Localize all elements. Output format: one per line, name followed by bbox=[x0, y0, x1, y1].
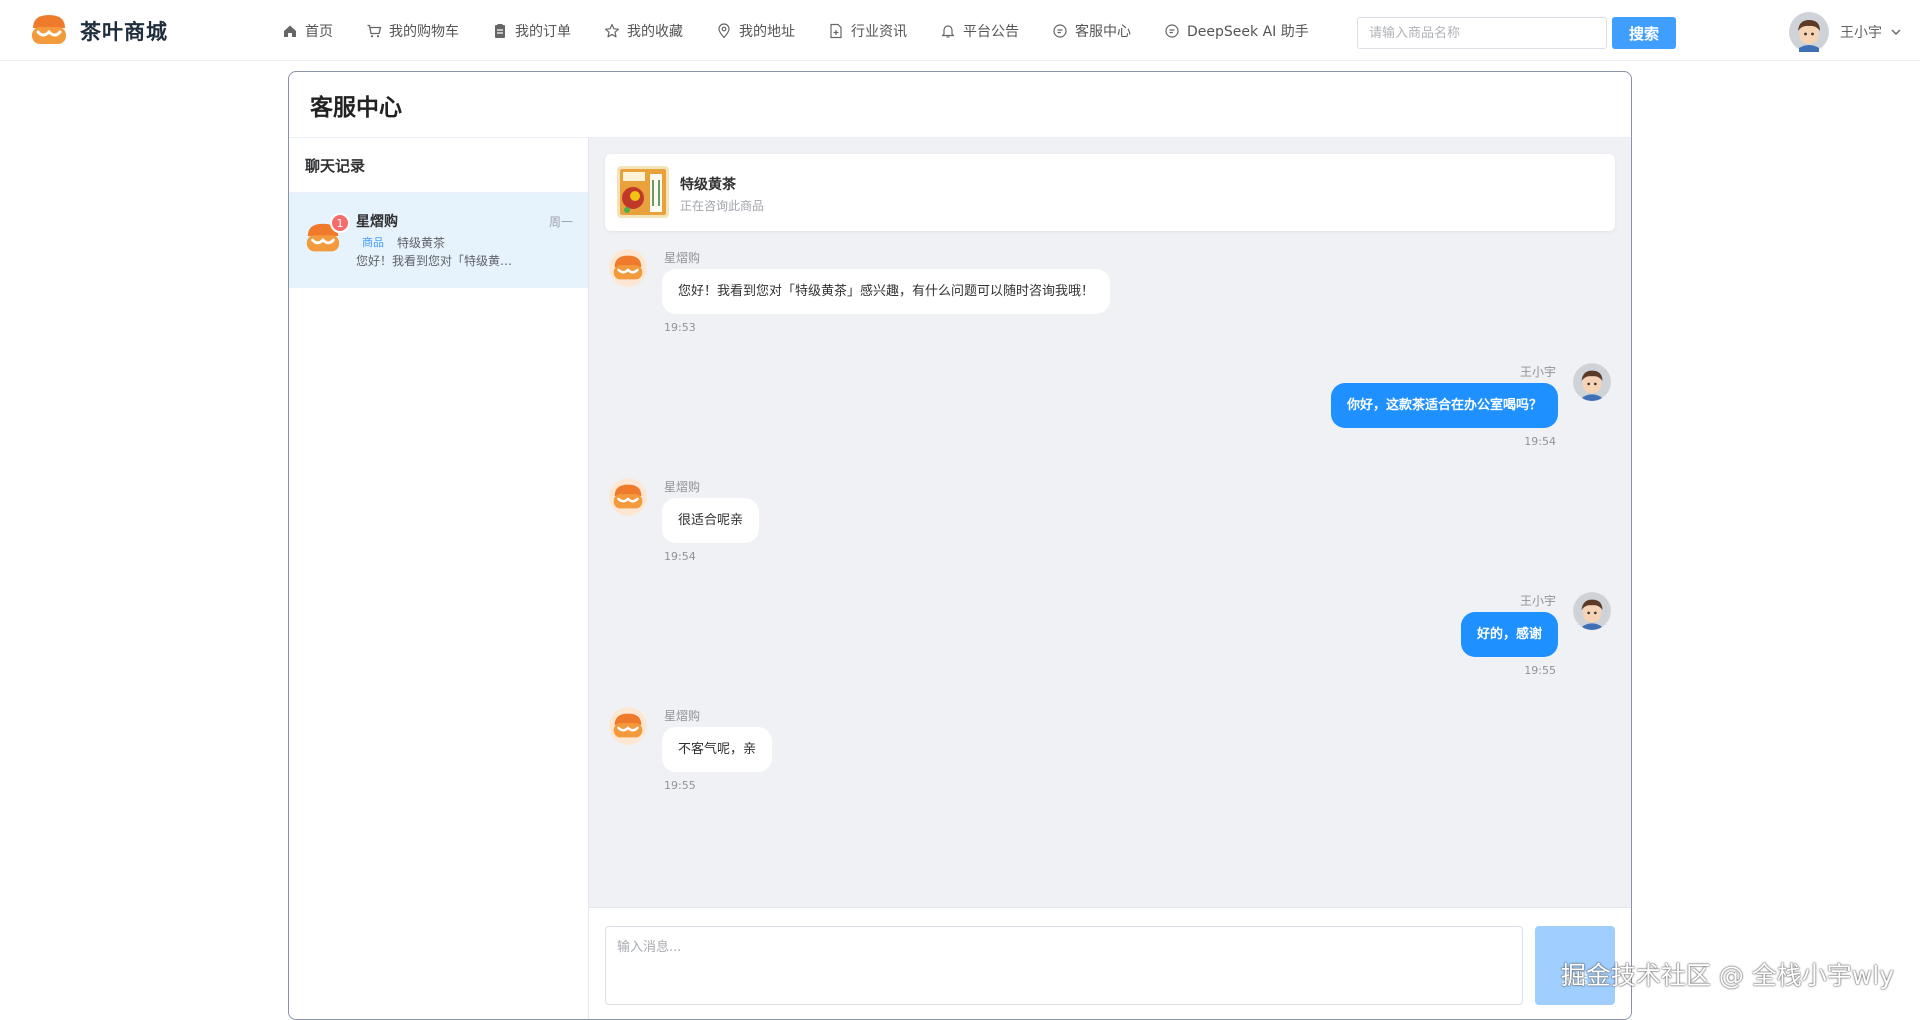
conversation-list-title: 聊天记录 bbox=[289, 138, 588, 193]
user-menu[interactable]: 王小宇 bbox=[1789, 12, 1902, 52]
nav-address[interactable]: 我的地址 bbox=[716, 21, 795, 41]
message-sender: 星熠购 bbox=[664, 480, 701, 494]
chat-message: 王小宇 你好，这款茶适合在办公室喝吗？ 19:54 bbox=[589, 363, 1631, 458]
shop-avatar bbox=[609, 249, 647, 287]
conversation-time: 周一 bbox=[548, 215, 573, 229]
chat-icon bbox=[1053, 23, 1067, 38]
top-navbar: 茶叶商城 首页 我的购物车 我的订单 我的收藏 我的地址 行业资讯 平台公告 客… bbox=[0, 0, 1920, 61]
nav-cart[interactable]: 我的购物车 bbox=[366, 21, 459, 41]
shop-avatar bbox=[609, 707, 647, 745]
message-sender: 王小宇 bbox=[1519, 365, 1556, 379]
nav-customer-service[interactable]: 客服中心 bbox=[1052, 21, 1131, 41]
chat-layout: 聊天记录 1 星熠购 周一 商品 特级黄茶 您好！我看到您对「特级黄… 特级黄茶… bbox=[289, 138, 1631, 1019]
conversation-name: 星熠购 bbox=[356, 214, 398, 230]
shop-avatar bbox=[609, 478, 647, 516]
message-time: 19:54 bbox=[664, 550, 696, 563]
cart-icon bbox=[367, 24, 382, 37]
message-bubble: 很适合呢亲 bbox=[662, 498, 760, 543]
brand-logo[interactable]: 茶叶商城 bbox=[29, 12, 168, 50]
message-time: 19:54 bbox=[1524, 435, 1556, 448]
avatar bbox=[1573, 363, 1611, 401]
conversation-item[interactable]: 1 星熠购 周一 商品 特级黄茶 您好！我看到您对「特级黄… bbox=[289, 193, 588, 288]
chat-message: 星熠购 您好！我看到您对「特级黄茶」感兴趣，有什么问题可以随时咨询我哦！ 19:… bbox=[589, 249, 1631, 344]
nav-ai-assistant[interactable]: DeepSeek AI 助手 bbox=[1164, 21, 1309, 41]
nav-label: 我的收藏 bbox=[627, 23, 683, 40]
main-nav: 首页 我的购物车 我的订单 我的收藏 我的地址 行业资讯 平台公告 客服中心 D… bbox=[282, 0, 1342, 61]
nav-home[interactable]: 首页 bbox=[282, 21, 333, 41]
customer-service-panel: 客服中心 聊天记录 1 星熠购 周一 商品 特级黄茶 您好！我看到您对「特级黄… bbox=[288, 71, 1632, 1020]
nav-news[interactable]: 行业资讯 bbox=[828, 21, 907, 41]
chat-icon bbox=[1165, 23, 1179, 38]
product-tag: 商品 bbox=[356, 233, 390, 251]
nav-label: 首页 bbox=[305, 23, 333, 40]
nav-announcements[interactable]: 平台公告 bbox=[940, 21, 1019, 41]
chat-message: 星熠购 不客气呢，亲 19:55 bbox=[589, 707, 1631, 802]
nav-label: 平台公告 bbox=[963, 23, 1019, 40]
nav-label: 我的订单 bbox=[515, 23, 571, 40]
message-bubble: 你好，这款茶适合在办公室喝吗？ bbox=[1330, 383, 1558, 428]
chevron-down-icon bbox=[1891, 29, 1901, 35]
nav-label: DeepSeek AI 助手 bbox=[1187, 23, 1309, 40]
search-button[interactable]: 搜索 bbox=[1612, 17, 1676, 49]
nav-label: 我的地址 bbox=[739, 23, 795, 40]
chat-message: 星熠购 很适合呢亲 19:54 bbox=[589, 478, 1631, 573]
product-status: 正在咨询此商品 bbox=[680, 199, 765, 213]
page-title: 客服中心 bbox=[289, 72, 1631, 138]
conversation-product: 特级黄茶 bbox=[397, 236, 446, 250]
unread-badge: 1 bbox=[330, 213, 350, 233]
conversation-list: 聊天记录 1 星熠购 周一 商品 特级黄茶 您好！我看到您对「特级黄… bbox=[289, 138, 589, 1019]
conversation-preview: 您好！我看到您对「特级黄… bbox=[356, 254, 513, 268]
product-thumbnail bbox=[617, 166, 669, 218]
brand-name: 茶叶商城 bbox=[80, 20, 168, 44]
message-time: 19:55 bbox=[664, 779, 696, 792]
user-name: 王小宇 bbox=[1840, 25, 1882, 41]
nav-label: 行业资讯 bbox=[851, 23, 907, 40]
avatar bbox=[1573, 592, 1611, 630]
avatar bbox=[1789, 12, 1829, 52]
logo-icon bbox=[32, 15, 66, 44]
nav-label: 客服中心 bbox=[1075, 23, 1131, 40]
order-icon bbox=[495, 23, 505, 38]
nav-favorites[interactable]: 我的收藏 bbox=[604, 21, 683, 41]
home-icon bbox=[284, 25, 296, 37]
message-composer: 发送 bbox=[589, 907, 1631, 1019]
message-sender: 星熠购 bbox=[664, 251, 701, 265]
message-sender: 星熠购 bbox=[664, 709, 701, 723]
nav-label: 我的购物车 bbox=[389, 23, 459, 40]
product-name: 特级黄茶 bbox=[680, 177, 736, 193]
search-input[interactable] bbox=[1357, 17, 1607, 49]
message-bubble: 好的，感谢 bbox=[1460, 612, 1558, 657]
message-input[interactable] bbox=[605, 926, 1523, 1005]
message-bubble: 不客气呢，亲 bbox=[662, 727, 773, 772]
message-time: 19:55 bbox=[1524, 664, 1556, 677]
nav-orders[interactable]: 我的订单 bbox=[492, 21, 571, 41]
location-icon bbox=[718, 22, 730, 38]
document-icon bbox=[830, 23, 842, 38]
chat-window: 特级黄茶 正在咨询此商品 星熠购 您好！我看到您对「特级黄茶」感兴趣，有什么问题… bbox=[589, 138, 1631, 1019]
message-sender: 王小宇 bbox=[1519, 594, 1556, 608]
bell-icon bbox=[941, 24, 955, 38]
watermark: 掘金技术社区 @ 全栈小宇wly bbox=[1560, 961, 1894, 990]
message-time: 19:53 bbox=[664, 321, 696, 334]
star-icon bbox=[604, 23, 620, 37]
message-bubble: 您好！我看到您对「特级黄茶」感兴趣，有什么问题可以随时咨询我哦！ bbox=[662, 269, 1111, 314]
chat-message: 王小宇 好的，感谢 19:55 bbox=[589, 592, 1631, 687]
product-info-bar[interactable]: 特级黄茶 正在咨询此商品 bbox=[605, 154, 1615, 231]
